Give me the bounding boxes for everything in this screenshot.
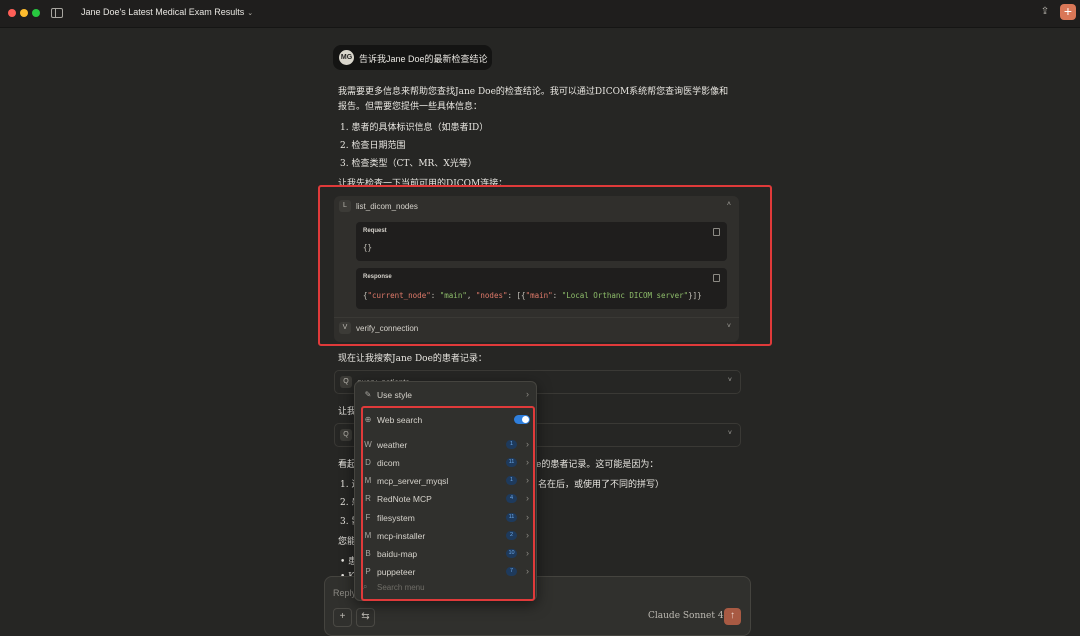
look-line-right: e的患者记录。这可能是因为： (536, 460, 659, 470)
tool-letter-icon: Q (340, 376, 352, 388)
tools-menu-button[interactable]: ⇆ (356, 608, 375, 627)
conversation-title-text: Jane Doe's Latest Medical Exam Results (81, 7, 245, 17)
new-chat-button[interactable]: + (1060, 4, 1076, 20)
highlight-box-menu (361, 406, 535, 601)
sidebar-toggle-icon[interactable] (51, 8, 63, 18)
close-window-button[interactable] (8, 9, 16, 17)
reason-item-right: 名在后，或使用了不同的拼写） (538, 480, 665, 490)
send-button[interactable]: ↑ (724, 608, 741, 625)
list-item: 1. 患者的具体标识信息（如患者ID） (340, 123, 489, 133)
menu-item-use-style[interactable]: ✎ Use style › (355, 386, 536, 404)
zoom-window-button[interactable] (32, 9, 40, 17)
chevron-down-icon: ⌄ (247, 10, 254, 17)
search-line: 现在让我搜索Jane Doe的患者记录： (338, 354, 487, 364)
chevron-down-icon: ˅ (727, 377, 732, 384)
share-icon[interactable]: ⇪ (1040, 6, 1050, 18)
response-paragraph-line1: 我需要更多信息来帮助您查找Jane Doe的检查结论。我可以通过DICOM系统帮… (338, 87, 729, 97)
list-item: 3. 检查类型（CT、MR、X光等） (340, 159, 477, 169)
title-bar: Jane Doe's Latest Medical Exam Results ⌄ … (0, 0, 1080, 28)
menu-label: Use style (377, 390, 412, 400)
brush-icon: ✎ (364, 390, 372, 399)
user-message-text: 告诉我Jane Doe的最新检查结论 (359, 54, 488, 64)
list-item: 2. 检查日期范围 (340, 141, 406, 151)
avatar: MG (339, 50, 354, 65)
highlight-box-tools (318, 185, 772, 346)
chevron-right-icon: › (526, 389, 529, 399)
minimize-window-button[interactable] (20, 9, 28, 17)
add-attachment-button[interactable]: + (333, 608, 352, 627)
response-paragraph-line2: 报告。但需要您提供一些具体信息： (338, 102, 483, 112)
model-name: Claude Sonnet 4 (648, 611, 724, 621)
tool-letter-icon: Q (340, 429, 352, 441)
chevron-down-icon: ˅ (727, 430, 732, 437)
conversation-title[interactable]: Jane Doe's Latest Medical Exam Results ⌄ (81, 7, 253, 17)
model-selector[interactable]: Claude Sonnet 4 ⌄ (648, 611, 734, 621)
reply-input[interactable]: Reply (333, 588, 356, 598)
user-message: MG 告诉我Jane Doe的最新检查结论 (333, 45, 492, 70)
